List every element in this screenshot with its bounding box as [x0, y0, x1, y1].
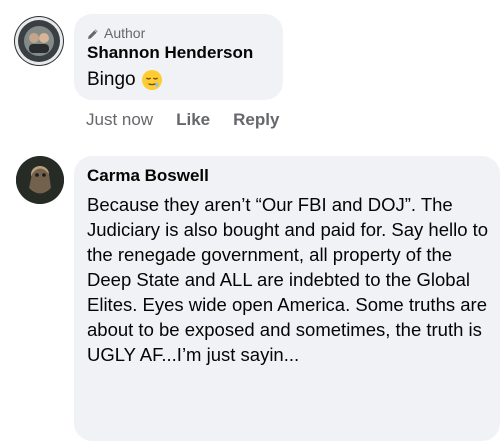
author-badge-label: Author: [104, 25, 146, 41]
reply-button[interactable]: Reply: [233, 110, 279, 130]
author-badge: Author: [87, 24, 145, 42]
avatar-image: [15, 17, 63, 65]
comment-timestamp[interactable]: Just now: [86, 110, 153, 130]
like-button[interactable]: Like: [176, 110, 210, 130]
comment-author-name[interactable]: Shannon Henderson: [87, 43, 253, 63]
comment-bubble: Author Shannon Henderson Bingo: [74, 14, 283, 100]
comment-bubble: Carma Boswell Because they aren’t “Our F…: [74, 156, 500, 441]
comment-body: Because they aren’t “Our FBI and DOJ”. T…: [87, 194, 489, 365]
sleepy-face-emoji-icon: [141, 69, 163, 91]
comment-body: Bingo: [87, 69, 136, 90]
comment-thread: Author Shannon Henderson Bingo Just now: [0, 0, 500, 443]
avatar[interactable]: [16, 156, 64, 204]
avatar-image: [16, 156, 64, 204]
avatar[interactable]: [14, 16, 64, 66]
comment-author-name[interactable]: Carma Boswell: [87, 166, 209, 186]
comment-actions: Just now Like Reply: [86, 110, 279, 130]
comment-text: Bingo: [87, 69, 163, 91]
pencil-icon: [87, 27, 99, 39]
